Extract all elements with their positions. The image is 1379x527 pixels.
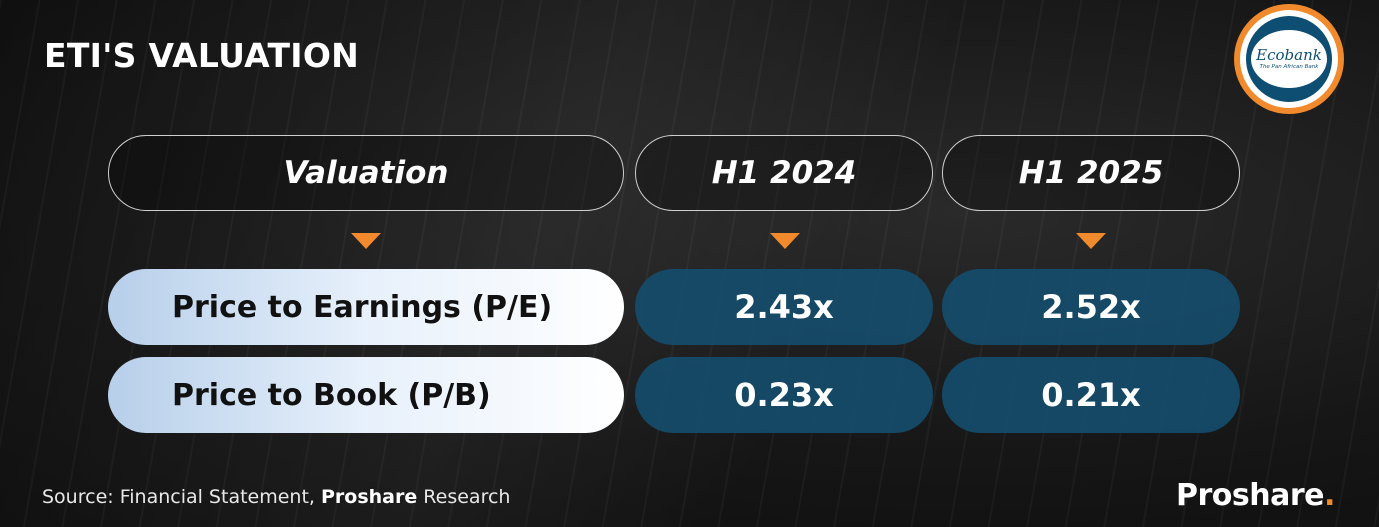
value-pe-h1-2024: 2.43x (635, 269, 933, 345)
arrow-down-icon (770, 233, 800, 249)
logo-tagline: The Pan African Bank (1259, 64, 1319, 70)
arrow-down-icon (351, 233, 381, 249)
source-brand: Proshare (321, 486, 418, 508)
value-pb-h1-2025: 0.21x (942, 357, 1240, 433)
header-h1-2025: H1 2025 (942, 135, 1240, 211)
page-title: ETI'S VALUATION (44, 36, 360, 75)
logo-inner-ring: Ecobank The Pan African Bank (1240, 10, 1338, 108)
arrow-down-icon (1076, 233, 1106, 249)
header-valuation: Valuation (108, 135, 624, 211)
metric-label-pe: Price to Earnings (P/E) (108, 269, 624, 345)
logo-wordmark: Ecobank (1256, 46, 1322, 64)
value-pb-h1-2024: 0.23x (635, 357, 933, 433)
metric-label-pb: Price to Book (P/B) (108, 357, 624, 433)
value-pe-h1-2025: 2.52x (942, 269, 1240, 345)
logo-blue-ring: Ecobank The Pan African Bank (1246, 16, 1332, 102)
proshare-logo: Proshare. (1176, 478, 1335, 513)
brand-dot: . (1324, 478, 1335, 513)
source-prefix: Source: Financial Statement, (42, 486, 321, 508)
background (0, 0, 1379, 527)
logo-plate: Ecobank The Pan African Bank (1251, 30, 1327, 88)
ecobank-logo: Ecobank The Pan African Bank (1234, 4, 1344, 114)
brand-name: Proshare (1176, 478, 1325, 513)
header-h1-2024: H1 2024 (635, 135, 933, 211)
source-suffix: Research (417, 486, 511, 508)
source-note: Source: Financial Statement, Proshare Re… (42, 486, 510, 508)
